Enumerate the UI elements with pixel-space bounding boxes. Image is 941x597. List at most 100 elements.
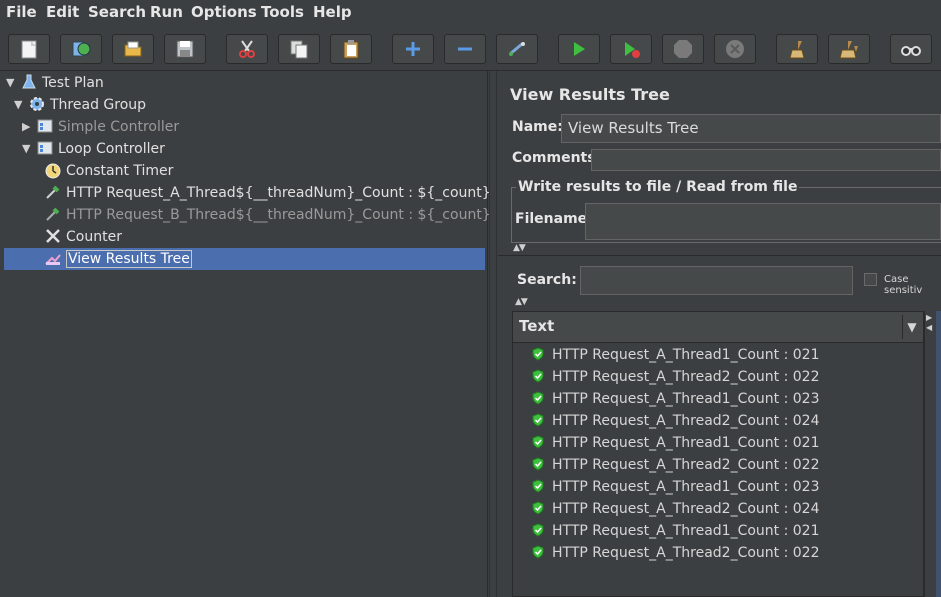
menu-tools[interactable]: Tools [261, 2, 304, 22]
open-icon [124, 41, 142, 57]
search-input[interactable] [580, 266, 853, 295]
tree-expander-thread-group[interactable]: ▼ [14, 94, 26, 116]
success-shield-icon [532, 391, 544, 405]
menu-search[interactable]: Search [88, 2, 146, 22]
divider [498, 255, 941, 256]
result-label: HTTP Request_A_Thread1_Count : 023 [552, 479, 820, 495]
success-shield-icon [532, 347, 544, 361]
comments-label: Comments: [512, 150, 602, 166]
menu-run[interactable]: Run [150, 2, 183, 22]
toolbar [0, 26, 941, 71]
start-icon [574, 42, 585, 56]
tree-expander-test-plan[interactable]: ▼ [6, 72, 18, 94]
tree-label-simple-controller: Simple Controller [58, 119, 180, 135]
shutdown-icon [726, 40, 744, 58]
filename-input[interactable] [585, 203, 941, 240]
result-label: HTTP Request_A_Thread2_Count : 024 [552, 501, 820, 517]
search-icon [901, 46, 921, 56]
result-row[interactable]: HTTP Request_A_Thread2_Count : 024 [531, 498, 820, 520]
result-row[interactable]: HTTP Request_A_Thread1_Count : 023 [531, 476, 820, 498]
tree-node-constant-timer[interactable]: Constant Timer [44, 160, 173, 182]
success-shield-icon [532, 501, 544, 515]
save-icon [176, 40, 194, 58]
result-label: HTTP Request_A_Thread2_Count : 022 [552, 457, 820, 473]
scroll-arrows-icon[interactable]: ▶ ◀ [926, 313, 932, 333]
expand-all-button[interactable] [392, 34, 434, 64]
cut-icon [239, 40, 255, 58]
clear-button[interactable] [776, 34, 818, 64]
tree-node-thread-group[interactable]: Thread Group [28, 94, 146, 116]
tree-node-loop-controller[interactable]: Loop Controller [36, 138, 165, 160]
result-row[interactable]: HTTP Request_A_Thread2_Count : 022 [531, 366, 820, 388]
chart-icon [45, 254, 61, 265]
shutdown-button[interactable] [714, 34, 756, 64]
name-input[interactable]: View Results Tree [561, 114, 941, 143]
cut-button[interactable] [226, 34, 268, 64]
result-row[interactable]: HTTP Request_A_Thread2_Count : 022 [531, 454, 820, 476]
success-shield-icon [532, 545, 544, 559]
search-button[interactable] [890, 34, 932, 64]
split-pane-divider[interactable] [489, 71, 497, 597]
toggle-icon [509, 42, 525, 56]
open-button[interactable] [112, 34, 154, 64]
name-label: Name: [512, 119, 563, 135]
tree-label-http-request-b: HTTP Request_B_Thread${__threadNum}_Coun… [66, 207, 491, 223]
menu-file[interactable]: File [6, 2, 37, 22]
success-shield-icon [532, 479, 544, 493]
result-label: HTTP Request_A_Thread2_Count : 022 [552, 369, 820, 385]
tree-label-counter: Counter [66, 229, 122, 245]
success-shield-icon [532, 413, 544, 427]
controller-icon [37, 119, 53, 133]
result-row[interactable]: HTTP Request_A_Thread2_Count : 022 [531, 542, 820, 564]
new-button[interactable] [8, 34, 50, 64]
menu-help[interactable]: Help [313, 2, 352, 22]
tree-node-test-plan[interactable]: Test Plan [20, 72, 104, 94]
menu-options[interactable]: Options [191, 2, 257, 22]
start-button[interactable] [558, 34, 600, 64]
tree-node-simple-controller[interactable]: Simple Controller [36, 116, 179, 138]
tree-node-http-request-a[interactable]: HTTP Request_A_Thread${__threadNum}_Coun… [44, 182, 491, 204]
copy-button[interactable] [278, 34, 320, 64]
start-no-pause-icon [625, 42, 640, 58]
comments-input[interactable] [591, 149, 941, 171]
success-shield-icon [532, 523, 544, 537]
column-header-text: Text [519, 317, 555, 335]
result-label: HTTP Request_A_Thread2_Count : 024 [552, 413, 820, 429]
paste-button[interactable] [330, 34, 372, 64]
result-row[interactable]: HTTP Request_A_Thread1_Count : 021 [531, 432, 820, 454]
start-no-pause-button[interactable] [610, 34, 652, 64]
stop-button[interactable] [662, 34, 704, 64]
result-row[interactable]: HTTP Request_A_Thread2_Count : 024 [531, 410, 820, 432]
tree-label-constant-timer: Constant Timer [66, 163, 174, 179]
tools-icon [46, 229, 60, 243]
menu-edit[interactable]: Edit [46, 2, 79, 22]
paste-icon [343, 40, 359, 59]
chevron-down-icon[interactable]: ▼ [902, 315, 921, 339]
case-sensitive-checkbox[interactable] [864, 273, 877, 286]
tree-node-http-request-b[interactable]: HTTP Request_B_Thread${__threadNum}_Coun… [44, 204, 491, 226]
right-panel-edge [936, 311, 941, 597]
toggle-button[interactable] [496, 34, 538, 64]
collapse-arrows-icon[interactable]: ▲▼ [513, 243, 526, 253]
tree-node-view-results-tree[interactable]: View Results Tree [44, 248, 192, 270]
tree-label-loop-controller: Loop Controller [58, 141, 165, 157]
collapse-arrows-icon[interactable]: ▲▼ [515, 297, 528, 307]
collapse-all-button[interactable] [444, 34, 486, 64]
tree-label-thread-group: Thread Group [50, 97, 147, 113]
templates-button[interactable] [60, 34, 102, 64]
tree-expander-loop-controller[interactable]: ▼ [22, 138, 34, 160]
timer-icon [45, 163, 61, 179]
column-header[interactable]: Text ▼ [513, 312, 923, 343]
result-row[interactable]: HTTP Request_A_Thread1_Count : 021 [531, 520, 820, 542]
tree-label-http-request-a: HTTP Request_A_Thread${__threadNum}_Coun… [66, 185, 491, 201]
clear-icon [789, 41, 805, 59]
tree-node-counter[interactable]: Counter [44, 226, 122, 248]
templates-icon [72, 41, 91, 57]
result-row[interactable]: HTTP Request_A_Thread1_Count : 023 [531, 388, 820, 410]
success-shield-icon [532, 435, 544, 449]
tree-expander-simple-controller[interactable]: ▶ [22, 116, 34, 138]
collapse-icon [458, 47, 472, 51]
save-button[interactable] [164, 34, 206, 64]
result-row[interactable]: HTTP Request_A_Thread1_Count : 021 [531, 344, 820, 366]
clear-all-button[interactable] [828, 34, 870, 64]
